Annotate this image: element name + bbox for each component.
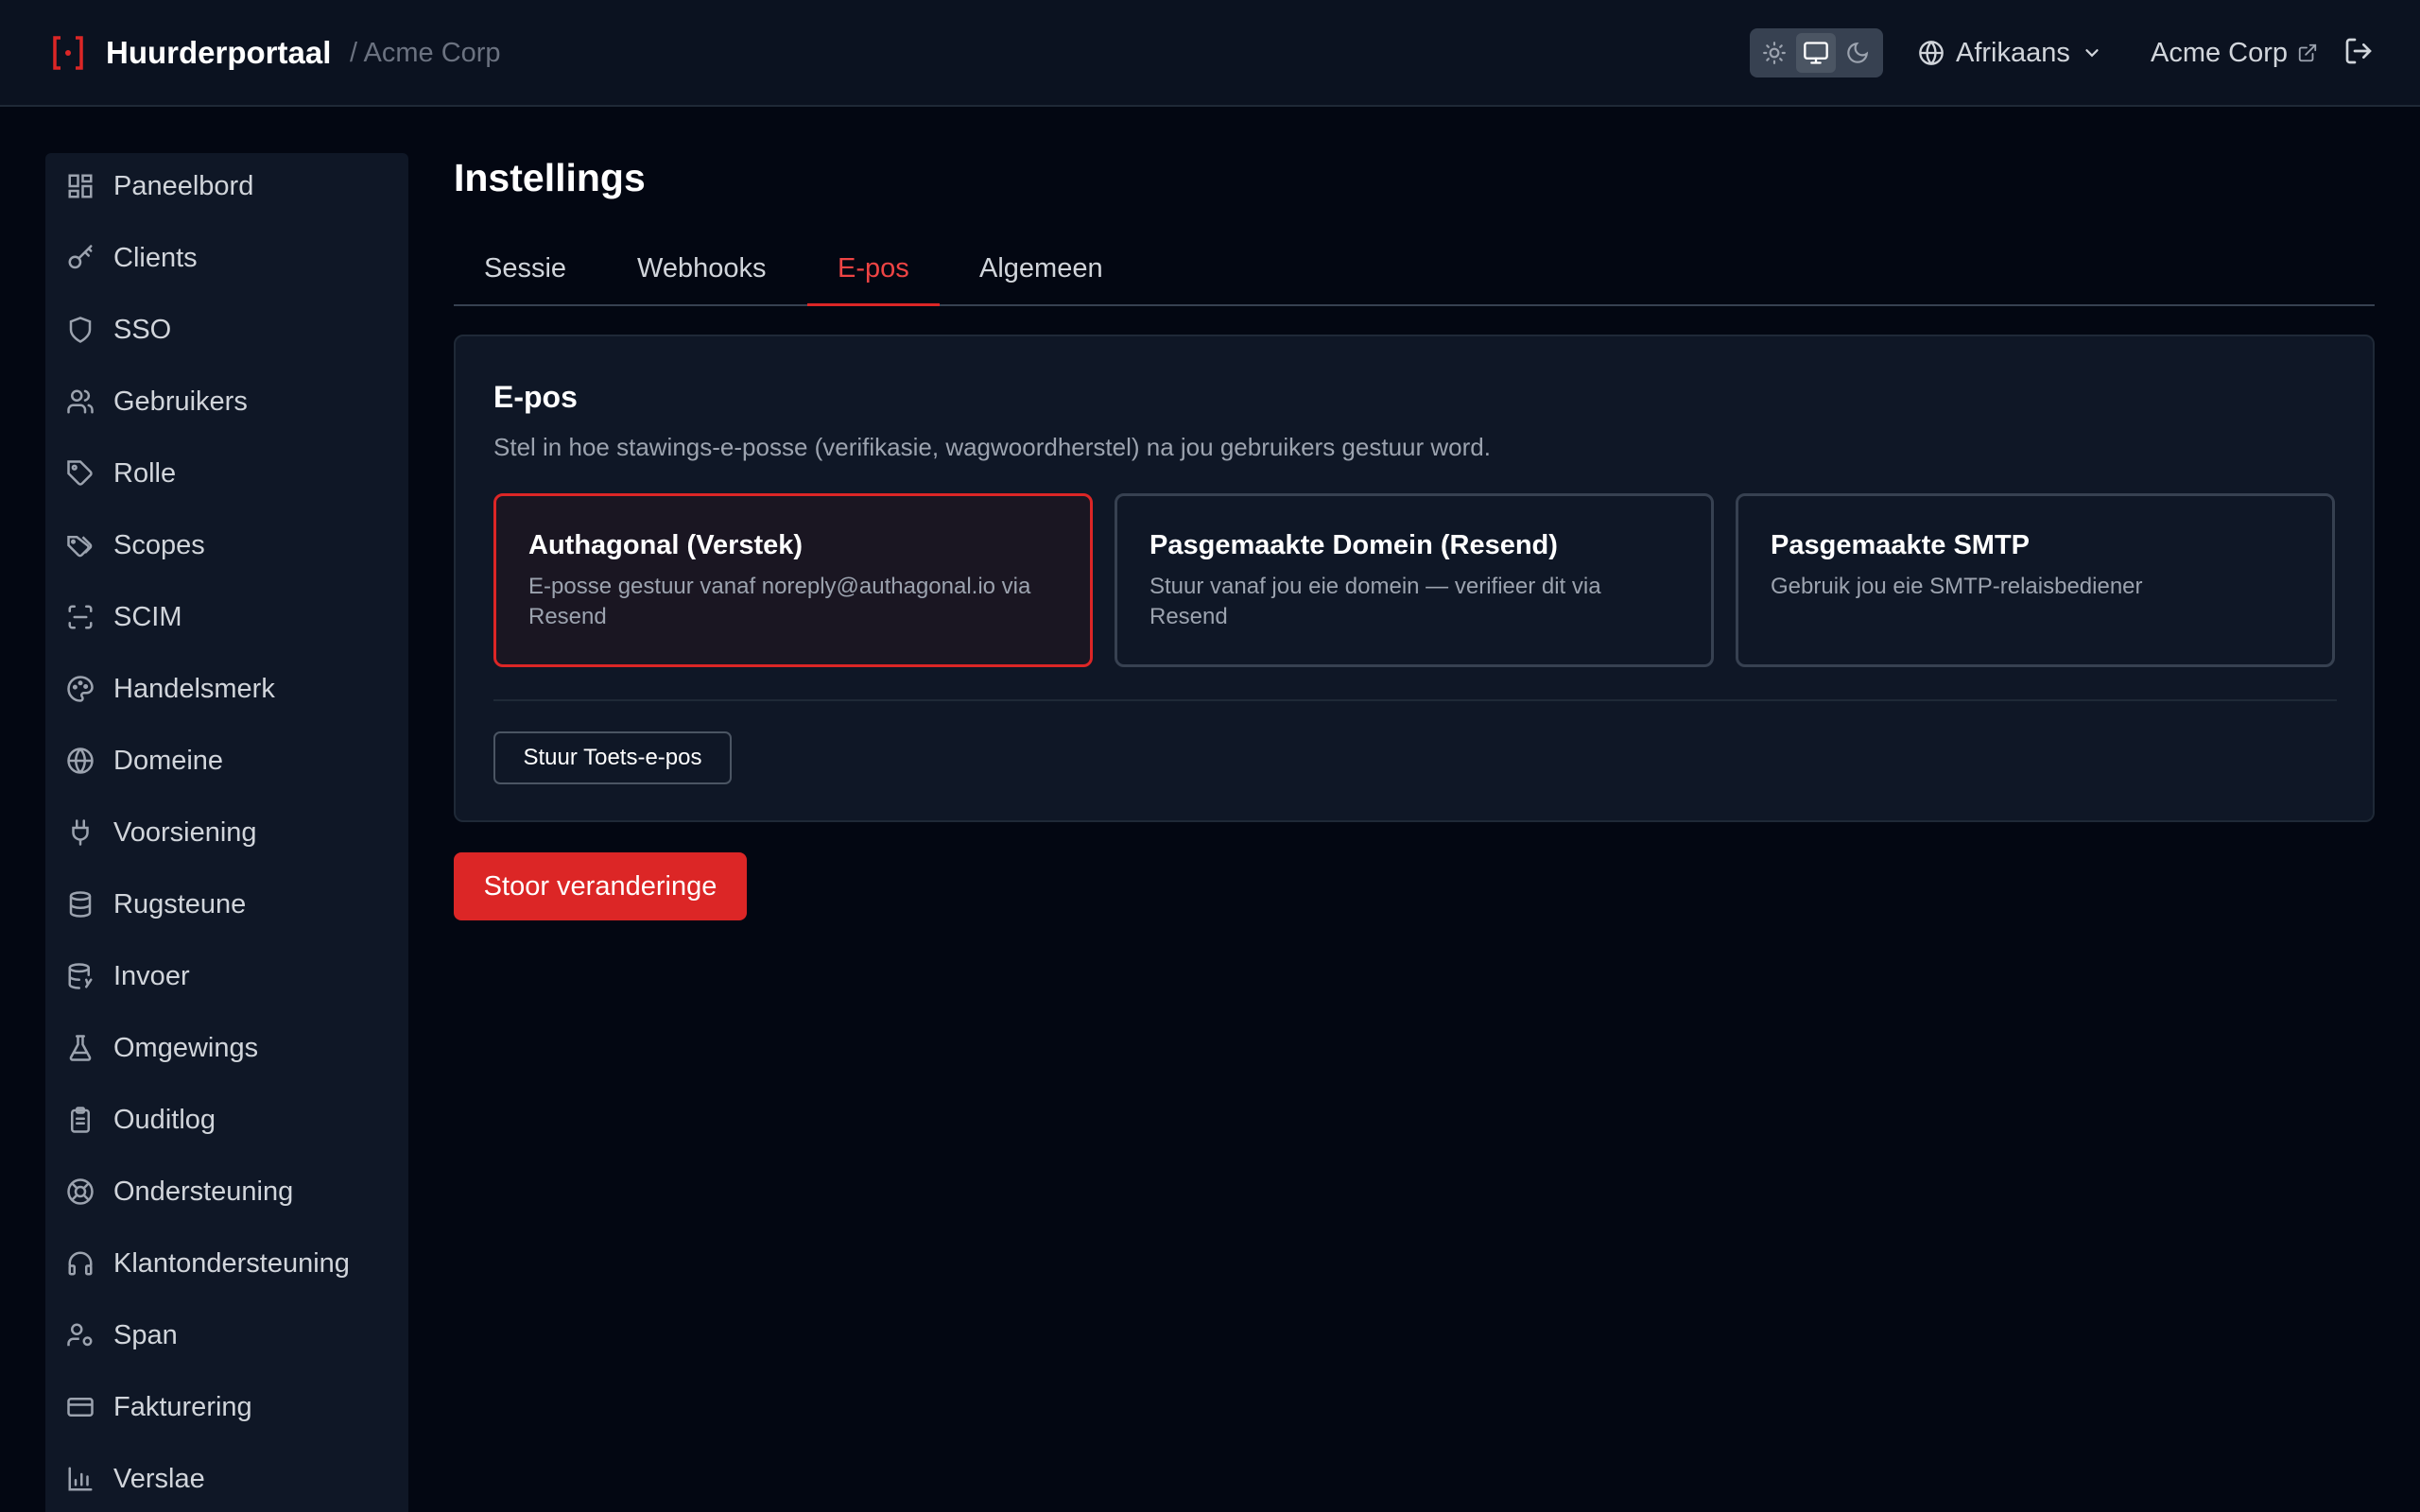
sidebar-item-verslae[interactable]: Verslae: [45, 1451, 408, 1507]
sidebar-item-label: Ondersteuning: [113, 1177, 294, 1207]
tab-webhooks[interactable]: Webhooks: [607, 238, 797, 306]
brand-name[interactable]: Huurderportaal: [106, 32, 331, 74]
external-link-icon: [2297, 43, 2318, 63]
users-icon: [66, 387, 95, 416]
sidebar-item-label: Domeine: [113, 746, 224, 776]
palette-icon: [66, 675, 95, 703]
language-select[interactable]: Afrikaans: [1918, 28, 2117, 77]
sidebar-item-rolle[interactable]: Rolle: [45, 445, 408, 502]
sidebar: Paneelbord Clients SSO Gebruikers Rolle …: [45, 153, 408, 1512]
sidebar-item-label: Scopes: [113, 530, 205, 560]
sidebar-item-label: Paneelbord: [113, 171, 254, 201]
sidebar-item-omgewings[interactable]: Omgewings: [45, 1020, 408, 1076]
sidebar-item-label: Handelsmerk: [113, 674, 275, 704]
sun-icon[interactable]: [1754, 33, 1794, 73]
globe-icon: [66, 747, 95, 775]
option-title: Pasgemaakte SMTP: [1771, 530, 2031, 560]
option-title: Authagonal (Verstek): [528, 530, 804, 560]
scan-icon: [66, 603, 95, 631]
sidebar-item-label: Rugsteune: [113, 889, 247, 919]
sidebar-item-label: Rolle: [113, 458, 177, 489]
tenant-breadcrumb: / Acme Corp: [350, 38, 501, 68]
sidebar-item-fakturering[interactable]: Fakturering: [45, 1379, 408, 1435]
database-icon: [66, 890, 95, 919]
sidebar-item-label: Verslae: [113, 1464, 205, 1494]
clipboard-icon: [66, 1106, 95, 1134]
tab-sessie[interactable]: Sessie: [454, 238, 596, 306]
sidebar-item-paneelbord[interactable]: Paneelbord: [45, 158, 408, 215]
email-option-authagonal[interactable]: Authagonal (Verstek) E-posse gestuur van…: [493, 493, 1093, 667]
chevron-down-icon: [2082, 43, 2102, 63]
save-changes-button[interactable]: Stoor veranderinge: [454, 852, 747, 920]
email-option-custom-smtp[interactable]: Pasgemaakte SMTP Gebruik jou eie SMTP-re…: [1736, 493, 2335, 667]
logout-icon[interactable]: [2343, 36, 2377, 70]
sidebar-item-label: SCIM: [113, 602, 182, 632]
sidebar-item-voorsiening[interactable]: Voorsiening: [45, 804, 408, 861]
sidebar-item-label: Fakturering: [113, 1392, 252, 1422]
key-icon: [66, 244, 95, 272]
language-label: Afrikaans: [1956, 37, 2070, 68]
sidebar-item-label: Clients: [113, 243, 198, 273]
sidebar-item-invoer[interactable]: Invoer: [45, 948, 408, 1005]
sidebar-item-label: Span: [113, 1320, 178, 1350]
sidebar-item-label: Gebruikers: [113, 387, 248, 417]
sidebar-item-label: Omgewings: [113, 1033, 259, 1063]
sidebar-item-clients[interactable]: Clients: [45, 230, 408, 286]
user-cog-icon: [66, 1321, 95, 1349]
option-description: E-posse gestuur vanaf noreply@authagonal…: [528, 574, 1031, 629]
email-settings-card: E-pos Stel in hoe stawings-e-posse (veri…: [454, 335, 2375, 822]
top-header: Huurderportaal / Acme Corp Afrikaans Acm…: [0, 0, 2420, 107]
sidebar-item-handelsmerk[interactable]: Handelsmerk: [45, 661, 408, 717]
tab-e-pos[interactable]: E-pos: [807, 238, 940, 306]
bar-chart-icon: [66, 1465, 95, 1493]
sidebar-item-ouditlog[interactable]: Ouditlog: [45, 1091, 408, 1148]
sidebar-item-label: Invoer: [113, 961, 190, 991]
sidebar-item-klantondersteuning[interactable]: Klantondersteuning: [45, 1235, 408, 1292]
shield-icon: [66, 316, 95, 344]
send-test-email-button[interactable]: Stuur Toets-e-pos: [493, 731, 732, 784]
tag-icon: [66, 459, 95, 488]
sidebar-item-domeine[interactable]: Domeine: [45, 732, 408, 789]
sidebar-item-scim[interactable]: SCIM: [45, 589, 408, 645]
tenant-external-link[interactable]: Acme Corp: [2151, 28, 2318, 77]
sidebar-item-label: Ouditlog: [113, 1105, 216, 1135]
monitor-icon[interactable]: [1796, 33, 1836, 73]
sidebar-item-sso[interactable]: SSO: [45, 301, 408, 358]
page-title: Instellings: [454, 156, 646, 199]
sidebar-item-span[interactable]: Span: [45, 1307, 408, 1364]
sidebar-item-label: Klantondersteuning: [113, 1248, 350, 1279]
sidebar-item-rugsteune[interactable]: Rugsteune: [45, 876, 408, 933]
dashboard-icon: [66, 172, 95, 200]
theme-toggle: [1750, 28, 1883, 77]
tags-icon: [66, 531, 95, 559]
sidebar-item-ondersteuning[interactable]: Ondersteuning: [45, 1163, 408, 1220]
sidebar-item-scopes[interactable]: Scopes: [45, 517, 408, 574]
email-option-custom-domain[interactable]: Pasgemaakte Domein (Resend) Stuur vanaf …: [1115, 493, 1714, 667]
settings-tabs: Sessie Webhooks E-pos Algemeen: [454, 238, 2375, 306]
sidebar-item-label: SSO: [113, 315, 172, 345]
headset-icon: [66, 1249, 95, 1278]
lifebuoy-icon: [66, 1177, 95, 1206]
tab-algemeen[interactable]: Algemeen: [949, 238, 1133, 306]
sidebar-item-gebruikers[interactable]: Gebruikers: [45, 373, 408, 430]
card-description: Stel in hoe stawings-e-posse (verifikasi…: [493, 433, 1491, 461]
credit-card-icon: [66, 1393, 95, 1421]
sidebar-item-label: Voorsiening: [113, 817, 257, 848]
plug-icon: [66, 818, 95, 847]
brand-logo-icon: [51, 34, 85, 72]
flask-icon: [66, 1034, 95, 1062]
option-description: Gebruik jou eie SMTP-relaisbediener: [1771, 574, 2143, 599]
globe-icon: [1918, 40, 1945, 66]
database-import-icon: [66, 962, 95, 990]
option-description: Stuur vanaf jou eie domein — verifieer d…: [1150, 574, 1601, 629]
option-title: Pasgemaakte Domein (Resend): [1150, 530, 1558, 560]
moon-icon[interactable]: [1838, 33, 1877, 73]
card-title: E-pos: [493, 380, 578, 414]
card-divider: [493, 699, 2337, 701]
tenant-link-label: Acme Corp: [2151, 37, 2289, 68]
